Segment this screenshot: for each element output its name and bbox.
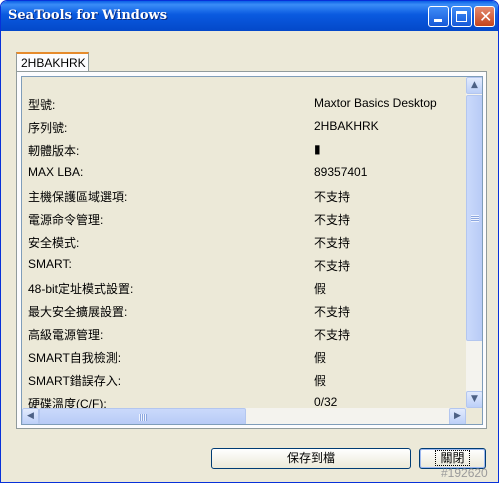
- item-key: SMART:: [28, 257, 72, 271]
- seatools-window: SeaTools for Windows ✕ 2HBAKHRK 型號: Maxto…: [0, 0, 499, 483]
- vertical-scroll-thumb[interactable]: [466, 95, 482, 341]
- list-item: 電源命令管理: 不支持: [28, 211, 458, 229]
- grip-icon: [470, 215, 479, 222]
- list-item: SMART錯誤存入: 假: [28, 372, 458, 390]
- vertical-scrollbar[interactable]: ▲ ▼: [466, 77, 482, 408]
- item-key: SMART錯誤存入:: [28, 374, 122, 388]
- list-item: 軔體版本: ▮: [28, 142, 458, 160]
- arrow-down-icon: ▼: [471, 394, 478, 404]
- item-value: 不支持: [314, 236, 351, 250]
- scroll-down-button[interactable]: ▼: [466, 391, 482, 408]
- item-value: 不支持: [314, 190, 351, 204]
- maximize-button[interactable]: [451, 6, 472, 27]
- item-key: 最大安全擴展設置:: [28, 305, 128, 319]
- close-icon: ✕: [479, 7, 493, 26]
- close-window-button[interactable]: ✕: [474, 6, 495, 27]
- item-value: 不支持: [314, 328, 351, 342]
- minimize-icon: [434, 19, 442, 22]
- item-key: MAX LBA:: [28, 165, 84, 179]
- save-to-file-button[interactable]: 保存到檔: [211, 448, 411, 469]
- item-value: 2HBAKHRK: [314, 119, 379, 133]
- grip-icon: [138, 413, 147, 421]
- item-value: 不支持: [314, 305, 351, 319]
- drive-info-panel: 型號: Maxtor Basics Desktop 序列號: 2HBAKHRK 軔體…: [16, 71, 487, 429]
- scrollbar-corner: [466, 408, 482, 424]
- horizontal-scroll-thumb[interactable]: [39, 408, 246, 424]
- item-value: 不支持: [314, 213, 351, 227]
- maximize-icon: [456, 11, 467, 22]
- item-key: SMART自我檢測:: [28, 351, 122, 365]
- drive-info-list[interactable]: 型號: Maxtor Basics Desktop 序列號: 2HBAKHRK 軔體…: [21, 76, 483, 425]
- item-value: 假: [314, 374, 327, 388]
- scroll-up-button[interactable]: ▲: [466, 77, 482, 94]
- tab-drive-label: 2HBAKHRK: [21, 56, 86, 70]
- scroll-left-button[interactable]: ◀: [22, 408, 39, 424]
- window-title: SeaTools for Windows: [8, 8, 168, 23]
- item-key: 主機保護區域選項:: [28, 190, 128, 204]
- item-value: Maxtor Basics Desktop: [314, 96, 437, 110]
- arrow-up-icon: ▲: [471, 80, 478, 90]
- minimize-button[interactable]: [428, 6, 449, 27]
- list-item: 最大安全擴展設置: 不支持: [28, 303, 458, 321]
- close-button-label: 關閉: [435, 450, 470, 466]
- list-item: SMART自我檢測: 假: [28, 349, 458, 367]
- scroll-right-button[interactable]: ▶: [449, 408, 466, 424]
- item-key: 軔體版本:: [28, 144, 80, 158]
- item-value: 89357401: [314, 165, 368, 179]
- list-item: 序列號: 2HBAKHRK: [28, 119, 458, 137]
- list-item: 型號: Maxtor Basics Desktop: [28, 96, 458, 114]
- list-item: 高級電源管理: 不支持: [28, 326, 458, 344]
- item-value: 0/32: [314, 395, 338, 409]
- list-item: 主機保護區域選項: 不支持: [28, 188, 458, 206]
- item-key: 安全模式:: [28, 236, 80, 250]
- list-item: 48-bit定址模式設置: 假: [28, 280, 458, 298]
- item-value: ▮: [314, 142, 321, 156]
- horizontal-scrollbar[interactable]: ◀ ▶: [22, 408, 466, 424]
- item-key: 48-bit定址模式設置:: [28, 282, 134, 296]
- list-item: 安全模式: 不支持: [28, 234, 458, 252]
- arrow-right-icon: ▶: [454, 411, 461, 421]
- list-item: MAX LBA: 89357401: [28, 165, 458, 183]
- list-item: SMART: 不支持: [28, 257, 458, 275]
- item-value: 假: [314, 351, 327, 365]
- item-key: 型號:: [28, 98, 56, 112]
- item-key: 高級電源管理:: [28, 328, 104, 342]
- item-key: 電源命令管理:: [28, 213, 104, 227]
- tab-drive[interactable]: 2HBAKHRK: [16, 52, 89, 72]
- watermark: #192620: [441, 466, 488, 480]
- item-value: 不支持: [314, 259, 351, 273]
- arrow-left-icon: ◀: [27, 411, 34, 421]
- title-bar[interactable]: SeaTools for Windows ✕: [1, 1, 498, 31]
- item-value: 假: [314, 282, 327, 296]
- item-key: 序列號:: [28, 121, 68, 135]
